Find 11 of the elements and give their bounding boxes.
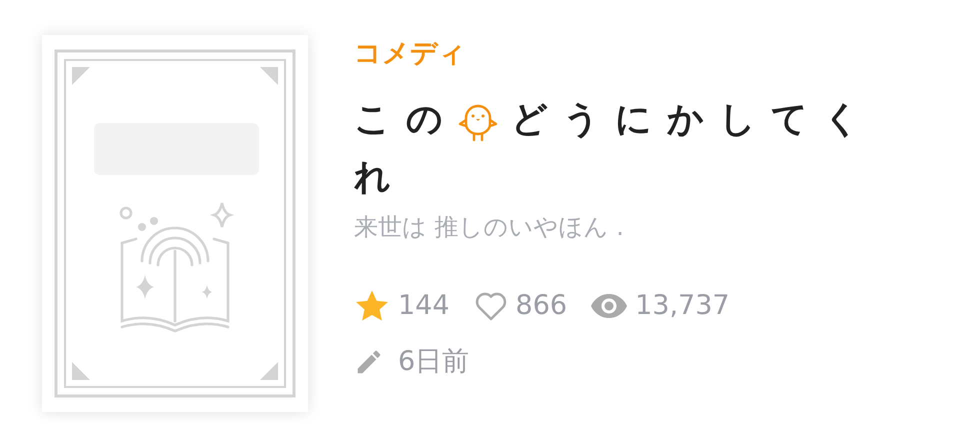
eye-icon [591,294,628,318]
star-icon [354,289,390,323]
stat-count: 144 [398,289,450,323]
stat-count: 866 [516,289,568,323]
updated-time: 6日前 [398,345,470,379]
title-text[interactable]: この [354,91,458,149]
book-cover[interactable] [42,35,308,412]
stat-count: 13,737 [635,289,730,323]
heart-icon [474,291,508,321]
title-text[interactable]: どうにかしてく [511,91,875,149]
title-text[interactable]: れ [354,149,406,207]
